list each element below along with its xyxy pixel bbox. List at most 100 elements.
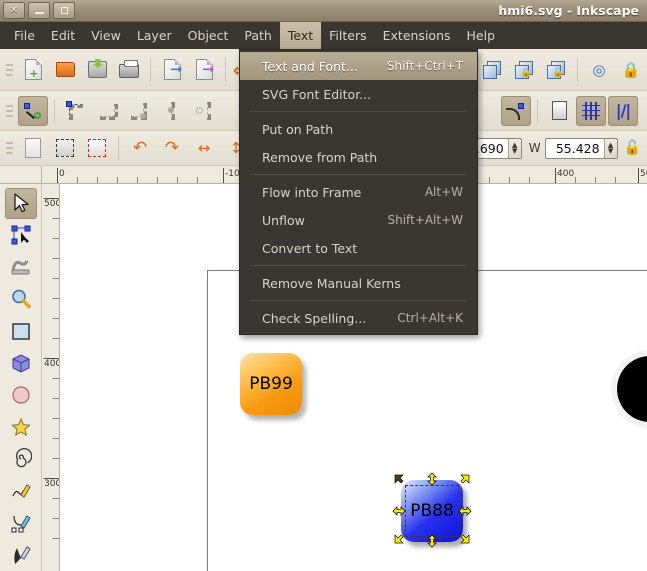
menuitem-convert-to-text[interactable]: Convert to Text [240,234,477,262]
calligraphy-pen-icon [10,544,32,566]
clone-icon[interactable]: 🔒 [509,55,539,85]
node-editor-tool[interactable] [5,220,37,251]
ruler-corner[interactable] [0,166,42,184]
menuitem-check-spelling[interactable]: Check Spelling... Ctrl+Alt+K [240,304,477,332]
ellipse-tool[interactable] [5,380,37,411]
rotate-90-ccw-icon[interactable]: ↶ [125,133,155,163]
object-properties-icon[interactable]: ◎ [584,55,614,85]
menuitem-remove-from-path[interactable]: Remove from Path [240,143,477,171]
toolbar-grip[interactable] [4,98,15,124]
pencil-icon [10,480,32,502]
selection-handle-e[interactable] [458,504,472,518]
export-icon[interactable]: ➞ [189,55,219,85]
ruler-v-label: 300 [44,480,53,488]
toolbar-separator [54,99,55,123]
menuitem-svg-font-editor[interactable]: SVG Font Editor... [240,80,477,108]
ruler-h-label: 400 [555,169,574,179]
menu-object[interactable]: Object [180,22,237,49]
w-stepper-arrows[interactable]: ▲▼ [604,139,617,158]
snap-bbox-edge-icon[interactable] [93,96,123,126]
menuitem-accelerator: Alt+W [399,185,463,199]
selection-handle-nw[interactable] [394,474,408,488]
menu-help[interactable]: Help [459,22,504,49]
menuitem-label: Remove Manual Kerns [262,276,401,291]
open-document-icon[interactable] [50,55,80,85]
flip-horizontal-icon[interactable]: ↔ [189,133,219,163]
menuitem-text-and-font[interactable]: Text and Font... Shift+Ctrl+T [240,52,477,80]
menu-filters[interactable]: Filters [321,22,374,49]
rotate-90-cw-icon[interactable]: ↷ [157,133,187,163]
menuitem-label: Text and Font... [262,59,358,74]
ruler-v-label: 500 [44,200,53,208]
pb99-button[interactable]: PB99 [240,353,302,415]
spiral-tool[interactable] [5,443,37,474]
select-all-in-layers-icon[interactable] [50,133,80,163]
star-tool[interactable] [5,411,37,442]
selection-handle-w[interactable] [392,504,406,518]
duplicate-icon[interactable] [477,55,507,85]
calligraphy-tool[interactable] [5,539,37,570]
y-stepper-arrows[interactable]: ▲▼ [508,139,521,158]
menuitem-label: Check Spelling... [262,311,366,326]
import-icon[interactable]: ➞ [157,55,187,85]
menu-path[interactable]: Path [236,22,279,49]
selection-handle-s[interactable] [425,534,439,548]
w-input[interactable] [546,139,604,158]
close-button-icon[interactable]: ✕ [3,2,25,19]
pencil-tool[interactable] [5,475,37,506]
snap-bbox-edge-midpoint-icon[interactable] [157,96,187,126]
menu-separator [250,111,467,112]
selection-handle-n[interactable] [425,472,439,486]
menu-separator [250,265,467,266]
save-document-icon[interactable] [82,55,112,85]
snap-nodes-paths-icon[interactable] [501,96,531,126]
w-spinbox[interactable]: ▲▼ [545,138,618,159]
snap-guides-icon[interactable]: |/| [608,96,638,126]
magnifier-icon [10,288,32,310]
fill-stroke-icon[interactable]: 🔒 [616,55,646,85]
menu-layer[interactable]: Layer [129,22,180,49]
bezier-tool[interactable] [5,507,37,538]
zoom-tool[interactable] [5,284,37,315]
tweak-tool[interactable] [5,252,37,283]
close-icon: ✕ [10,6,18,16]
maximize-button-icon[interactable] [53,2,75,19]
menuitem-flow-into-frame[interactable]: Flow into Frame Alt+W [240,178,477,206]
box3d-tool[interactable] [5,348,37,379]
menu-view[interactable]: View [83,22,129,49]
snap-bounding-box-icon[interactable] [61,96,91,126]
toolbar-grip[interactable] [4,57,15,83]
menu-edit[interactable]: Edit [43,22,83,49]
ruler-v-label: 400 [44,360,53,368]
snap-grid-icon[interactable] [576,96,606,126]
menu-extensions[interactable]: Extensions [375,22,459,49]
menu-file[interactable]: File [6,22,43,49]
deselect-icon[interactable] [82,133,112,163]
snap-bbox-center-icon[interactable] [189,96,219,126]
selection-handle-sw[interactable] [394,530,408,544]
rectangle-tool[interactable] [5,316,37,347]
spiral-icon [10,448,32,470]
vertical-ruler[interactable]: 500 400 300 [42,184,60,571]
menuitem-unflow[interactable]: Unflow Shift+Alt+W [240,206,477,234]
star-icon [10,416,32,438]
menu-text[interactable]: Text [280,22,321,49]
snap-bbox-corner-icon[interactable] [125,96,155,126]
enable-snapping-icon[interactable] [18,96,48,126]
menuitem-remove-manual-kerns[interactable]: Remove Manual Kerns [240,269,477,297]
select-all-icon[interactable] [18,133,48,163]
minimize-button-icon[interactable] [28,2,50,19]
toolbar-grip[interactable] [4,135,15,161]
text-menu-dropdown[interactable]: Text and Font... Shift+Ctrl+T SVG Font E… [239,49,478,335]
toolbar-separator [118,136,119,160]
menuitem-label: Put on Path [262,122,333,137]
selection-handle-ne[interactable] [456,474,470,488]
selector-tool[interactable] [5,188,37,219]
menuitem-put-on-path[interactable]: Put on Path [240,115,477,143]
selection-handle-se[interactable] [456,530,470,544]
unlink-clone-icon[interactable]: 🔓 [541,55,571,85]
lock-ratio-icon[interactable]: 🔓 [624,140,641,156]
print-document-icon[interactable] [114,55,144,85]
snap-page-border-icon[interactable] [544,96,574,126]
new-document-icon[interactable]: + [18,55,48,85]
